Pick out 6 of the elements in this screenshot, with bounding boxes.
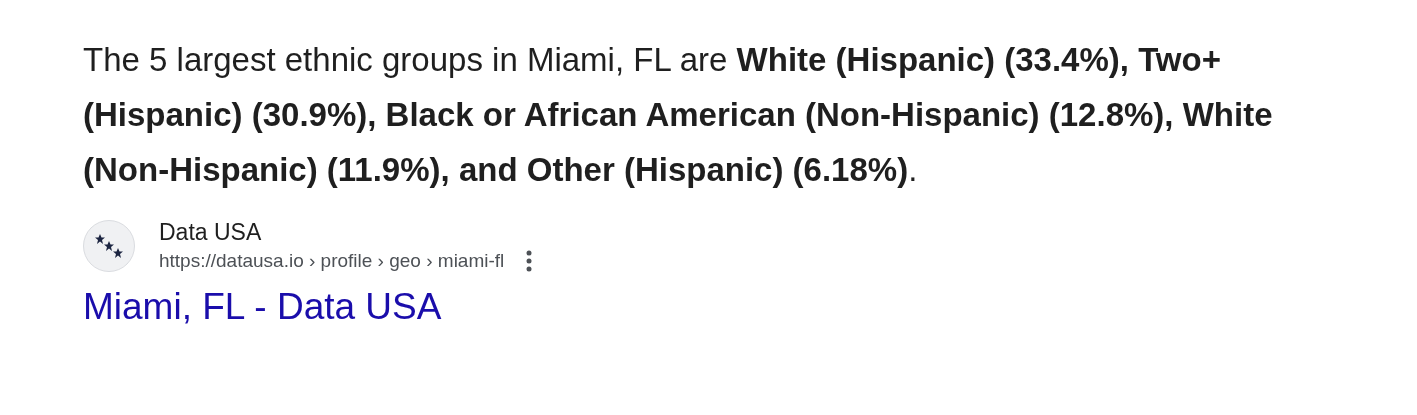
answer-snippet: The 5 largest ethnic groups in Miami, FL are White (Hispanic) (33.4%), Two+ (Hispanic) (30.9%), Black or African American (Non-Hispanic) (12.8%), White (Non-Hispanic) (11.9%), and Other (Hispanic) (6.18%). [83,40,1274,190]
stars-icon [94,232,124,259]
more-options-icon[interactable] [526,250,533,272]
site-name: Data USA [159,219,263,246]
site-url: https://datausa.io › profile › geo › miami-fl [159,250,505,272]
result-title-link[interactable]: Miami, FL - Data USA [83,286,442,328]
